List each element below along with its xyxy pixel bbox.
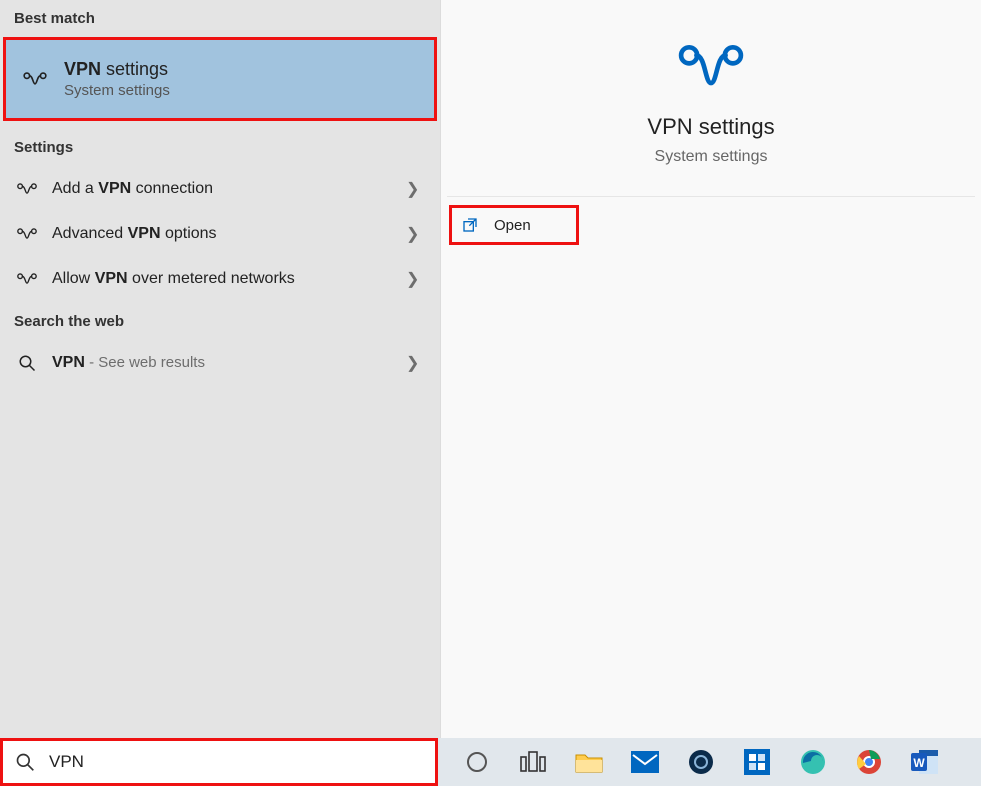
result-label: Add a VPN connection (40, 180, 406, 198)
result-add-vpn-connection[interactable]: Add a VPN connection ❯ (0, 166, 440, 211)
taskbar-taskview-icon[interactable] (516, 745, 550, 779)
chevron-right-icon: ❯ (406, 179, 426, 199)
vpn-icon (14, 181, 40, 197)
highlight-box-best-match: VPN settings System settings (3, 37, 437, 121)
vpn-icon (20, 69, 50, 89)
highlight-box-open: Open (449, 205, 579, 245)
taskbar-app2-icon[interactable] (740, 745, 774, 779)
taskbar-edge-icon[interactable] (796, 745, 830, 779)
search-icon (14, 354, 40, 372)
highlight-box-search (0, 738, 438, 786)
result-subtitle: System settings (64, 80, 170, 99)
result-label: VPN - See web results (40, 354, 406, 372)
chevron-right-icon: ❯ (406, 353, 426, 373)
taskbar: W (0, 738, 981, 786)
details-title: VPN settings (647, 114, 774, 140)
chevron-right-icon: ❯ (406, 269, 426, 289)
search-box[interactable] (3, 741, 435, 783)
vpn-icon (676, 40, 746, 94)
vpn-icon (14, 271, 40, 287)
open-label: Open (478, 217, 531, 234)
settings-header: Settings (0, 127, 440, 166)
result-label: Allow VPN over metered networks (40, 270, 406, 288)
result-vpn-settings[interactable]: VPN settings System settings (6, 40, 434, 118)
taskbar-mail-icon[interactable] (628, 745, 662, 779)
taskbar-app1-icon[interactable] (684, 745, 718, 779)
open-button[interactable]: Open (452, 208, 576, 242)
open-icon (462, 217, 478, 233)
vpn-icon (14, 226, 40, 242)
chevron-right-icon: ❯ (406, 224, 426, 244)
result-advanced-vpn-options[interactable]: Advanced VPN options ❯ (0, 211, 440, 256)
web-header: Search the web (0, 301, 440, 340)
svg-text:W: W (913, 756, 925, 770)
details-pane: VPN settings System settings Open (440, 0, 981, 738)
details-subtitle: System settings (655, 140, 768, 166)
best-match-header: Best match (0, 0, 440, 37)
taskbar-word-icon[interactable]: W (908, 745, 942, 779)
result-web-vpn[interactable]: VPN - See web results ❯ (0, 340, 440, 385)
taskbar-chrome-icon[interactable] (852, 745, 886, 779)
result-title: VPN settings (64, 59, 170, 80)
search-input[interactable] (35, 752, 423, 772)
search-results-pane: Best match VPN settings (0, 0, 440, 738)
taskbar-cortana-icon[interactable] (460, 745, 494, 779)
result-label: Advanced VPN options (40, 225, 406, 243)
taskbar-explorer-icon[interactable] (572, 745, 606, 779)
result-allow-vpn-metered[interactable]: Allow VPN over metered networks ❯ (0, 256, 440, 301)
search-icon (15, 752, 35, 772)
